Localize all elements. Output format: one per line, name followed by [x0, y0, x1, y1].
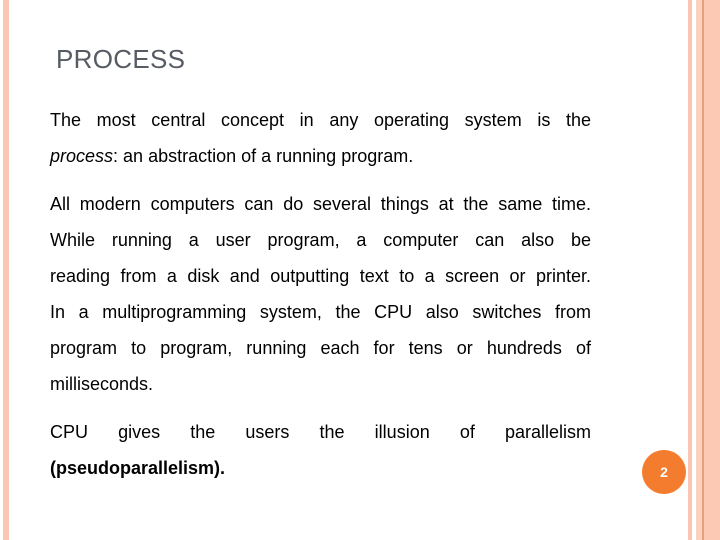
paragraph-process-definition: The most central concept in any operatin…: [50, 102, 591, 174]
right-border-stripe: [688, 0, 692, 540]
text-line: The most central concept in any operatin…: [50, 110, 591, 130]
text-line: process: an abstraction of a running pro…: [50, 138, 591, 174]
slide-title: PROCESS: [56, 44, 186, 74]
page-number-badge: 2: [642, 450, 686, 494]
text-line: CPU gives the users the illusion of para…: [50, 422, 591, 442]
text-line: All modern computers can do several thin…: [50, 194, 591, 214]
text-line: reading from a disk and outputting text …: [50, 266, 591, 286]
paragraph-parallelism: CPU gives the users the illusion of para…: [50, 414, 591, 486]
text-fragment: an abstraction of a running program.: [123, 146, 414, 166]
emphasis-term: process: [50, 146, 114, 166]
text-line: While running a user program, a computer…: [50, 230, 591, 250]
left-border-decoration: [3, 0, 9, 540]
text-line: In a multiprogramming system, the CPU al…: [50, 302, 591, 322]
text-line: milliseconds.: [50, 374, 154, 394]
paragraph-multiprogramming: All modern computers can do several thin…: [50, 186, 591, 402]
text-line: program to program, running each for ten…: [50, 338, 591, 358]
right-border-stripe: [704, 0, 720, 540]
text-line-bold: (pseudoparallelism).: [50, 458, 226, 478]
punctuation: :: [113, 146, 124, 166]
